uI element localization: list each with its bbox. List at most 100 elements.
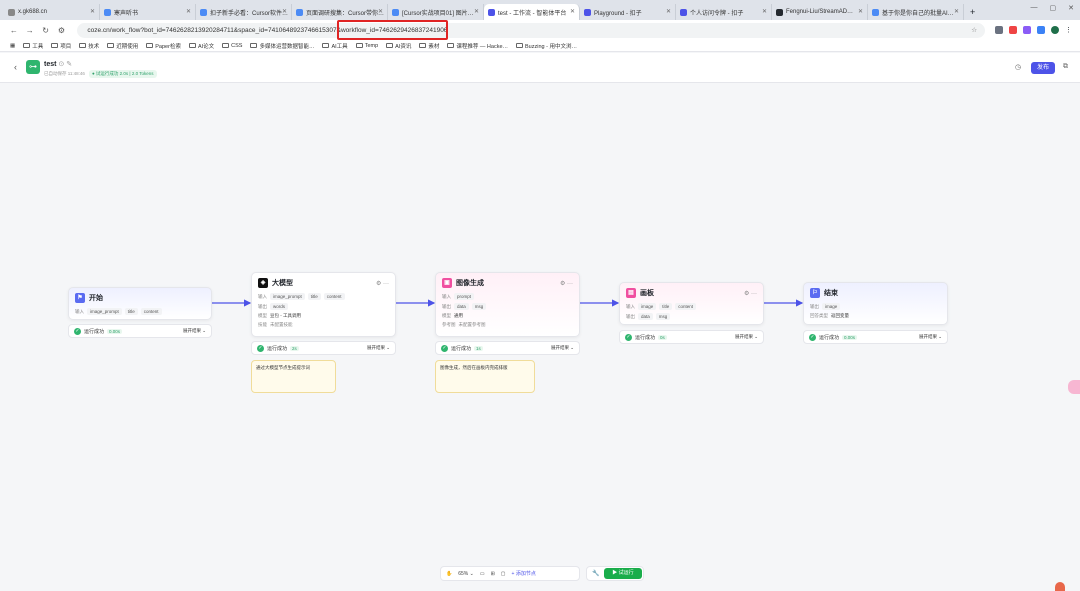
- hand-tool-icon[interactable]: ✋: [446, 571, 452, 577]
- check-icon: ✓: [809, 333, 816, 341]
- expand-results-button[interactable]: 展开结果 ⌄: [551, 345, 574, 351]
- model-label: 模型: [258, 313, 267, 318]
- canvas-outputs-row: 输出 data msg: [626, 313, 757, 320]
- output-chip: words: [270, 303, 289, 310]
- duration-badge: 0.00s: [107, 328, 123, 334]
- output-chip: data: [638, 313, 653, 320]
- output-chip: msg: [655, 313, 671, 320]
- add-node-button[interactable]: + 添加节点: [512, 570, 536, 577]
- image-outputs-row: 输出 data msg: [442, 303, 573, 310]
- start-status: ✓ 运行成功 0.00s 展开结果 ⌄: [68, 324, 212, 338]
- llm-node-icon: ◈: [258, 278, 268, 288]
- input-chip: title: [659, 303, 673, 310]
- ref-label: 参考图: [442, 322, 456, 327]
- end-status: ✓ 运行成功 0.00s 展开结果 ⌄: [803, 330, 948, 344]
- minimap-icon[interactable]: ▭: [480, 571, 485, 577]
- canvas-toolbar: ✋ 65% ⌄ ▭ ⊞ ▢ + 添加节点: [440, 566, 580, 581]
- layout-icon[interactable]: ⊞: [491, 571, 495, 577]
- llm-model-row: 模型 豆包 - 工具调用: [258, 313, 389, 319]
- duration-badge: 2s: [290, 345, 299, 351]
- status-text: 运行成功: [451, 345, 472, 352]
- llm-node[interactable]: ◈ 大模型 ⚙ ··· 输入 image_prompt title content 输出…: [251, 272, 396, 337]
- check-icon: ✓: [257, 344, 264, 352]
- image-note[interactable]: 图像生成，然后在画板内完成排版: [435, 360, 535, 393]
- comment-icon[interactable]: ▢: [501, 571, 506, 577]
- floating-help-icon[interactable]: [1055, 582, 1065, 591]
- image-node-icon: ▣: [442, 278, 452, 288]
- canvas-node-title: 画板: [640, 290, 654, 297]
- llm-node-title: 大模型: [272, 280, 293, 287]
- status-text: 运行成功: [819, 334, 840, 341]
- status-text: 运行成功: [635, 334, 656, 341]
- canvas-node-icon: ▤: [626, 288, 636, 298]
- canvas-status: ✓ 运行成功 0s 展开结果 ⌄: [619, 330, 764, 344]
- llm-outputs-row: 输出 words: [258, 303, 389, 310]
- input-chip: image_prompt: [270, 293, 305, 300]
- input-chip: image: [638, 303, 657, 310]
- duration-badge: 0.00s: [842, 334, 858, 340]
- input-chip: content: [323, 293, 345, 300]
- canvas-node[interactable]: ▤ 画板 ⚙ ··· 输入 image title content 输出 data msg: [619, 282, 764, 325]
- output-chip: data: [454, 303, 469, 310]
- start-node-title: 开始: [89, 295, 103, 302]
- floating-assistant-icon[interactable]: [1068, 380, 1080, 394]
- image-ref-row: 参考图 未配置参考图: [442, 322, 573, 328]
- skill-label: 技能: [258, 322, 267, 327]
- end-node-icon: ⚐: [810, 288, 820, 298]
- node-settings-icon[interactable]: ⚙ ···: [560, 280, 573, 287]
- input-label: 输入: [75, 308, 84, 314]
- input-label: 输入: [258, 293, 267, 299]
- model-value: 豆包 - 工具调用: [270, 313, 301, 318]
- llm-note[interactable]: 通过大模型节点生成提示词: [251, 360, 336, 393]
- input-label: 输入: [442, 293, 451, 299]
- duration-badge: 1s: [474, 345, 483, 351]
- input-chip: content: [140, 308, 162, 315]
- expand-results-button[interactable]: 展开结果 ⌄: [919, 334, 942, 340]
- zoom-select[interactable]: 65% ⌄: [458, 571, 474, 577]
- llm-skill-row: 技能 未配置技能: [258, 322, 389, 328]
- end-node-title: 结束: [824, 290, 838, 297]
- output-chip: msg: [471, 303, 487, 310]
- check-icon: ✓: [625, 333, 632, 341]
- input-chip: title: [307, 293, 321, 300]
- start-node[interactable]: ⚑ 开始 输入 image_prompt title content: [68, 287, 212, 320]
- llm-inputs-row: 输入 image_prompt title content: [258, 293, 389, 300]
- input-chip: title: [124, 308, 138, 315]
- llm-status: ✓ 运行成功 2s 展开结果 ⌄: [251, 341, 396, 355]
- output-label: 输出: [626, 313, 635, 319]
- output-label: 输出: [810, 303, 819, 309]
- node-settings-icon[interactable]: ⚙ ···: [744, 290, 757, 297]
- expand-results-button[interactable]: 展开结果 ⌄: [735, 334, 758, 340]
- debug-icon[interactable]: 🔧: [592, 570, 599, 577]
- model-label: 模型: [442, 313, 451, 318]
- end-answer-row: 回答类型 返回变量: [810, 313, 941, 319]
- image-inputs-row: 输入 prompt: [442, 293, 573, 300]
- input-chip: content: [675, 303, 697, 310]
- input-label: 输入: [626, 303, 635, 309]
- start-inputs-row: 输入 image_prompt title content: [75, 308, 205, 315]
- status-text: 运行成功: [267, 345, 288, 352]
- output-label: 输出: [258, 303, 267, 309]
- answer-type-value: 返回变量: [831, 313, 849, 318]
- skill-value: 未配置技能: [270, 322, 293, 327]
- status-text: 运行成功: [84, 328, 105, 335]
- image-status: ✓ 运行成功 1s 展开结果 ⌄: [435, 341, 580, 355]
- image-gen-node[interactable]: ▣ 图像生成 ⚙ ··· 输入 prompt 输出 data msg 模型 通用 参考图 未配…: [435, 272, 580, 337]
- input-chip: image_prompt: [87, 308, 122, 315]
- output-label: 输出: [442, 303, 451, 309]
- check-icon: ✓: [74, 327, 81, 335]
- ref-value: 未配置参考图: [458, 322, 486, 327]
- answer-type-label: 回答类型: [810, 313, 828, 318]
- end-outputs-row: 输出 image: [810, 303, 941, 310]
- end-node[interactable]: ⚐ 结束 输出 image 回答类型 返回变量: [803, 282, 948, 325]
- test-run-button[interactable]: ▶ 试运行: [604, 568, 642, 579]
- duration-badge: 0s: [658, 334, 667, 340]
- image-node-title: 图像生成: [456, 280, 484, 287]
- model-value: 通用: [454, 313, 463, 318]
- check-icon: ✓: [441, 344, 448, 352]
- canvas-inputs-row: 输入 image title content: [626, 303, 757, 310]
- expand-results-button[interactable]: 展开结果 ⌄: [367, 345, 390, 351]
- node-settings-icon[interactable]: ⚙ ···: [376, 280, 389, 287]
- expand-results-button[interactable]: 展开结果 ⌄: [183, 328, 206, 334]
- output-chip: image: [822, 303, 841, 310]
